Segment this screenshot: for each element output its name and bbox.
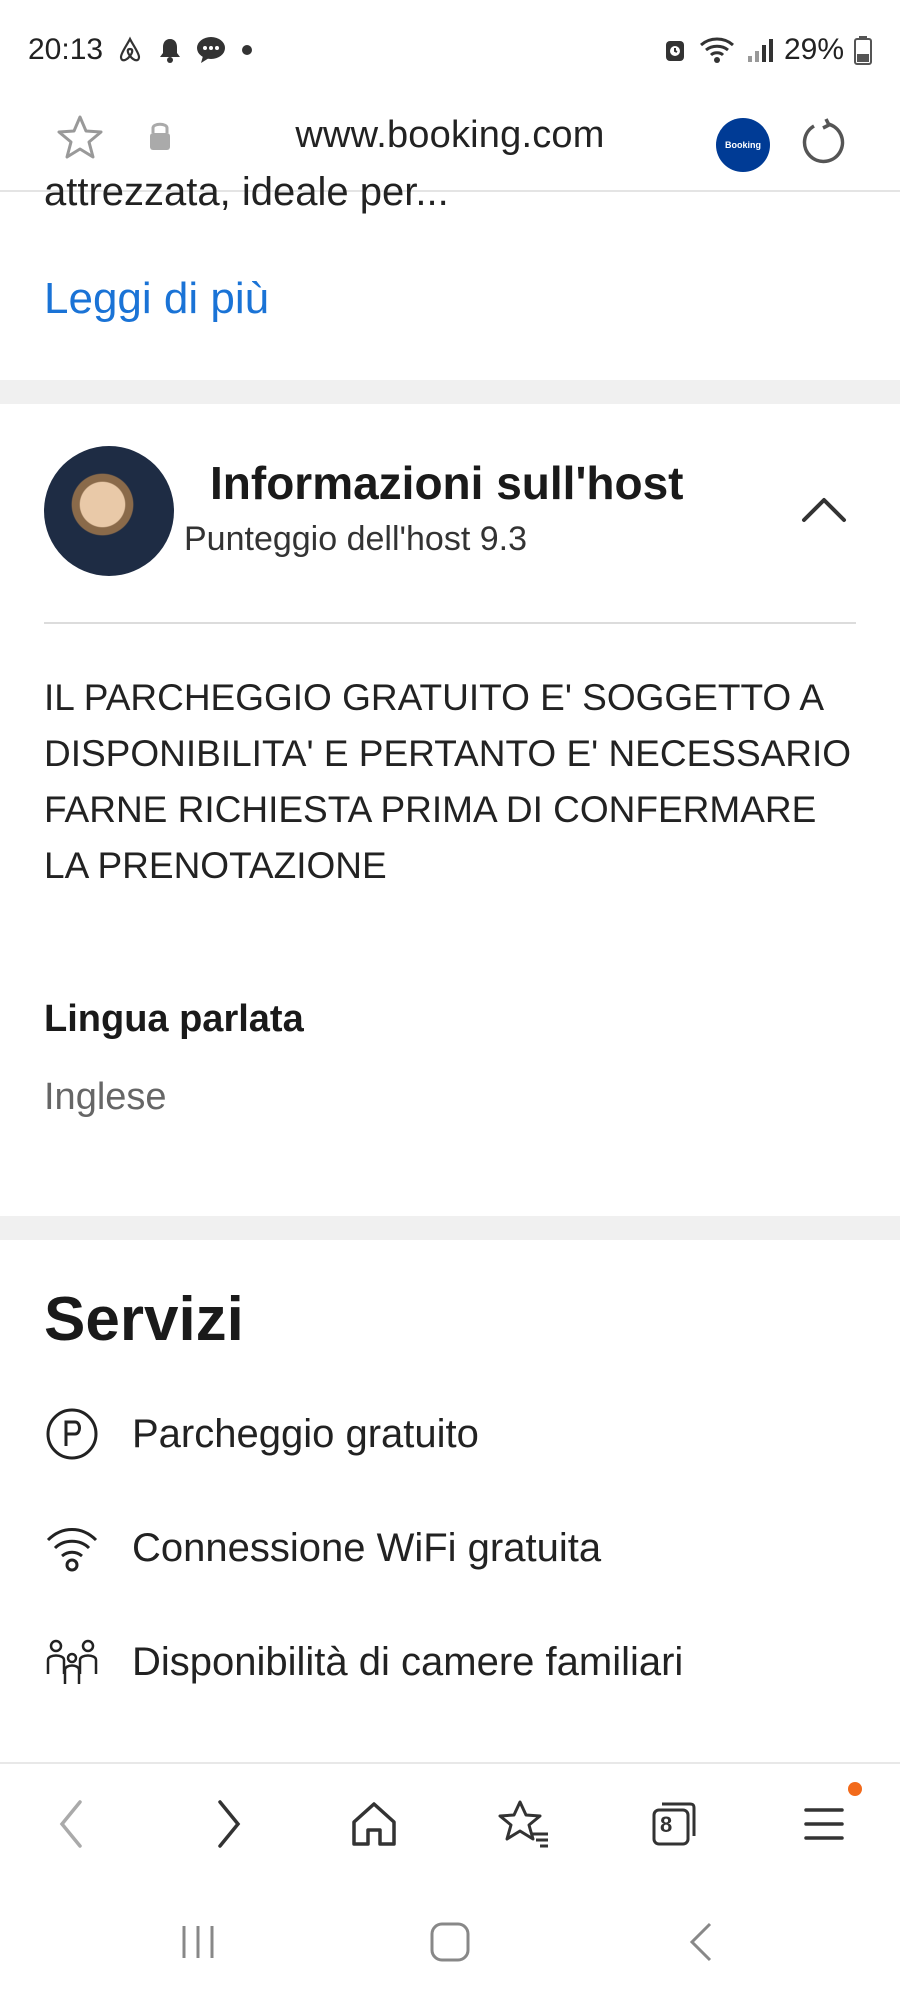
back-button[interactable] — [40, 1792, 104, 1856]
battery-percent: 29% — [783, 33, 844, 66]
parking-icon — [44, 1406, 100, 1462]
back-nav-button[interactable] — [672, 1912, 732, 1972]
host-divider — [44, 622, 856, 624]
host-score: Punteggio dell'host 9.3 — [184, 520, 527, 558]
home-nav-button[interactable] — [420, 1912, 480, 1972]
section-separator — [0, 380, 900, 404]
status-left: 20:13 — [28, 33, 255, 67]
home-button[interactable] — [342, 1792, 406, 1856]
system-nav-bar — [0, 1882, 900, 2000]
forward-button[interactable] — [196, 1792, 260, 1856]
host-description: IL PARCHEGGIO GRATUITO E' SOGGETTO A DIS… — [44, 677, 852, 886]
battery-icon — [854, 35, 872, 65]
wifi-icon — [698, 35, 736, 65]
airbnb-icon — [115, 35, 145, 65]
service-label: Connessione WiFi gratuita — [132, 1525, 602, 1570]
tabs-count: 8 — [660, 1812, 673, 1837]
alarm-icon — [662, 36, 688, 64]
language-label: Lingua parlata — [44, 998, 304, 1040]
service-label: Disponibilità di camere familiari — [132, 1639, 684, 1684]
tabs-button[interactable]: 8 — [642, 1792, 706, 1856]
status-right: 29% — [662, 33, 872, 67]
notification-dot — [848, 1782, 862, 1796]
chevron-up-icon[interactable] — [800, 494, 848, 529]
service-label: Parcheggio gratuito — [132, 1411, 479, 1456]
status-time: 20:13 — [28, 33, 104, 66]
recent-apps-button[interactable] — [168, 1912, 228, 1972]
host-avatar — [44, 446, 174, 576]
booking-site-badge[interactable]: Booking — [716, 118, 770, 172]
family-icon — [44, 1634, 100, 1690]
service-item-wifi: Connessione WiFi gratuita — [44, 1518, 601, 1578]
service-item-parking: Parcheggio gratuito — [44, 1404, 479, 1464]
chat-icon — [195, 35, 227, 65]
menu-button[interactable] — [792, 1792, 856, 1856]
property-description-clipped: attrezzata, ideale per... — [44, 170, 449, 226]
bookmarks-button[interactable] — [492, 1792, 556, 1856]
services-title: Servizi — [44, 1285, 244, 1354]
dot-icon — [239, 42, 255, 58]
clipped-text: attrezzata, ideale per... — [44, 170, 449, 214]
status-bar: 20:13 29% — [0, 0, 900, 100]
service-item-family: Disponibilità di camere familiari — [44, 1632, 683, 1692]
reload-icon[interactable] — [796, 116, 848, 173]
read-more-link[interactable]: Leggi di più — [44, 274, 269, 324]
browser-bottom-toolbar: 8 — [0, 1762, 900, 1882]
section-separator — [0, 1216, 900, 1240]
host-section-title: Informazioni sull'host — [210, 457, 684, 509]
wifi-icon — [44, 1520, 100, 1576]
language-value: Inglese — [44, 1076, 167, 1118]
bell-icon — [157, 36, 183, 64]
signal-icon — [746, 36, 774, 64]
